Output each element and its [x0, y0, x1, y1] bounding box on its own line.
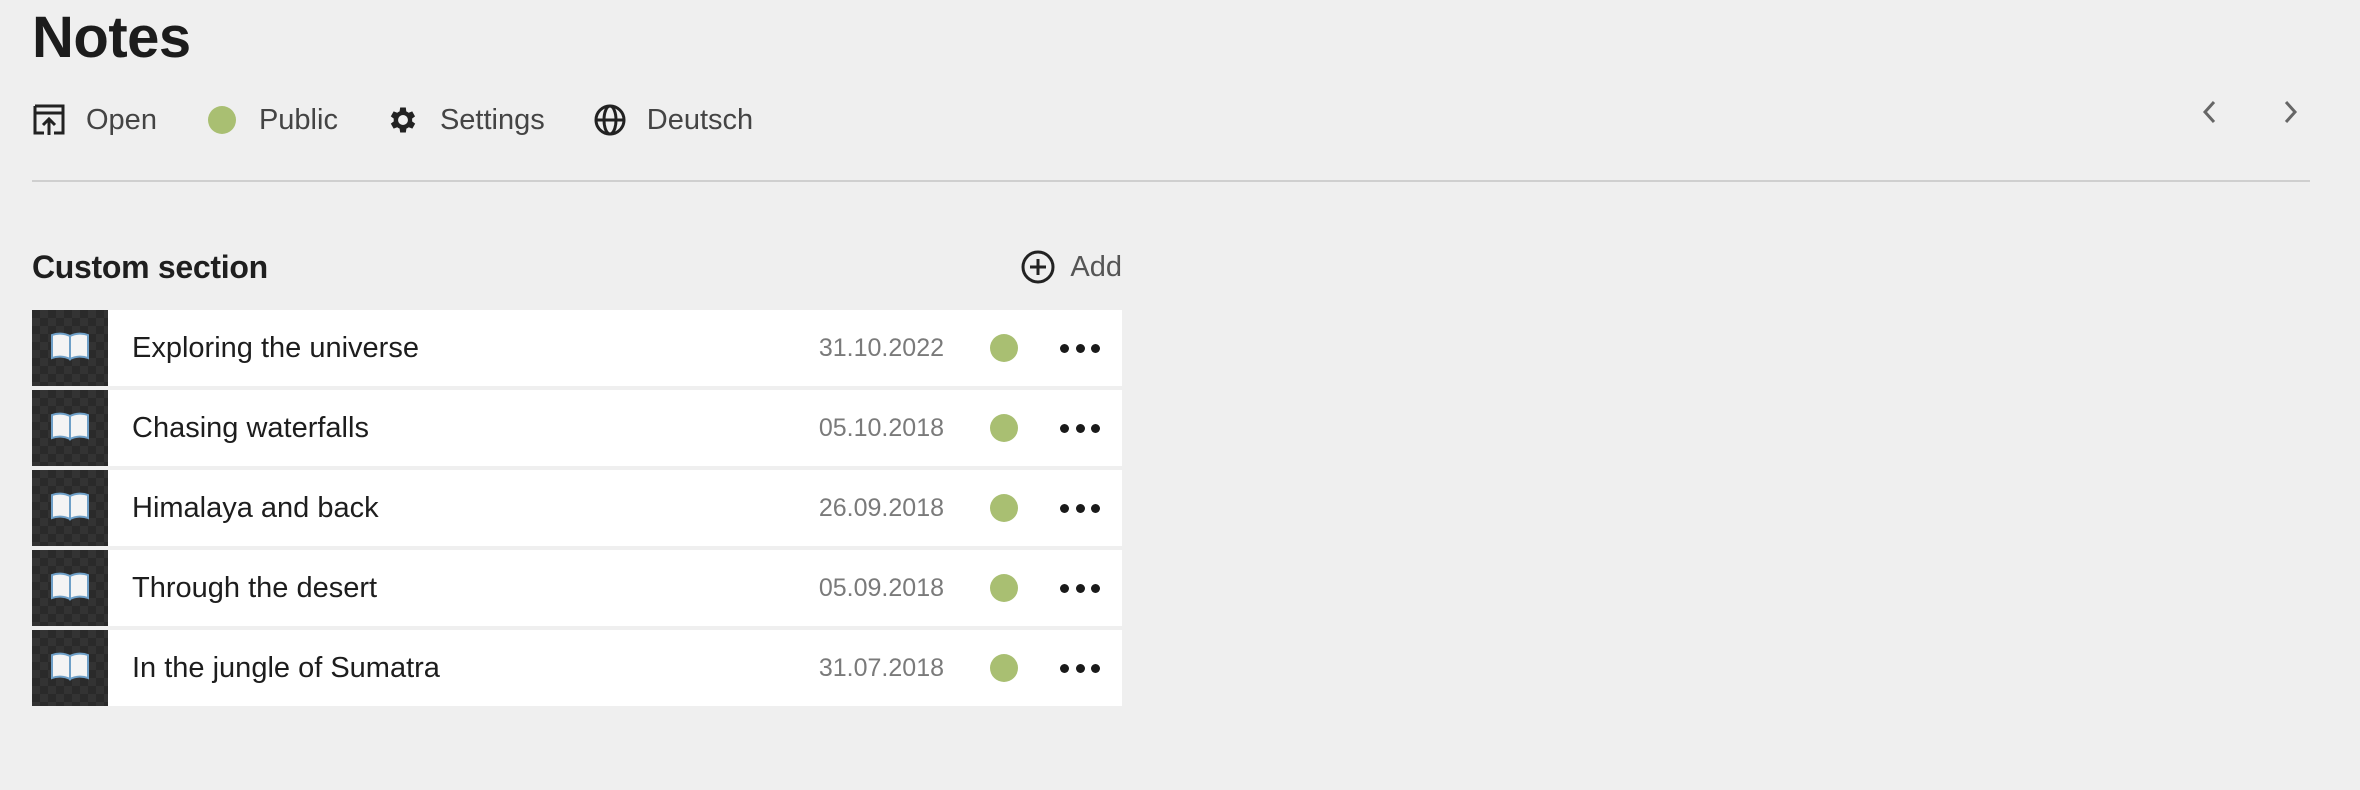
section-header: Custom section Add: [32, 238, 1122, 296]
custom-section: Custom section Add Exploring the univers…: [32, 238, 1122, 710]
item-title: Through the desert: [132, 571, 378, 604]
list-item[interactable]: Through the desert 05.09.2018: [32, 550, 1122, 626]
open-label: Open: [86, 103, 157, 136]
item-title: Exploring the universe: [132, 331, 419, 364]
item-date: 26.09.2018: [818, 493, 944, 522]
section-title: Custom section: [32, 248, 268, 285]
pager: [2150, 60, 2310, 164]
thumbnail: [32, 390, 108, 466]
open-book-icon: [50, 331, 90, 366]
thumbnail: [32, 630, 108, 706]
thumbnail: [32, 470, 108, 546]
globe-icon: [593, 103, 627, 137]
status-badge: [990, 494, 1018, 522]
add-label: Add: [1070, 250, 1122, 283]
item-title: Himalaya and back: [132, 491, 379, 524]
language-label: Deutsch: [646, 103, 754, 136]
chevron-right-icon[interactable]: [2270, 92, 2310, 132]
more-horizontal-icon[interactable]: [1060, 410, 1100, 446]
language-button[interactable]: Deutsch: [593, 103, 753, 137]
thumbnail: [32, 310, 108, 386]
item-date: 31.07.2018: [818, 653, 944, 682]
public-label: Public: [258, 103, 338, 136]
status-badge: [990, 334, 1018, 362]
item-date: 05.10.2018: [818, 413, 944, 442]
open-external-icon: [32, 103, 66, 137]
list-item[interactable]: Chasing waterfalls 05.10.2018: [32, 390, 1122, 466]
open-button[interactable]: Open: [32, 103, 157, 137]
gear-icon: [386, 103, 420, 137]
open-book-icon: [50, 571, 90, 606]
item-date: 05.09.2018: [818, 573, 944, 602]
list-item[interactable]: Himalaya and back 26.09.2018: [32, 470, 1122, 546]
status-badge: [990, 574, 1018, 602]
plus-circle-icon: [1020, 249, 1056, 285]
item-title: In the jungle of Sumatra: [132, 651, 440, 684]
open-book-icon: [50, 651, 90, 686]
thumbnail: [32, 550, 108, 626]
settings-button[interactable]: Settings: [386, 103, 545, 137]
toolbar-actions: Open Public Settings Deutsch: [32, 68, 801, 172]
add-button[interactable]: Add: [1020, 238, 1122, 296]
list-item[interactable]: In the jungle of Sumatra 31.07.2018: [32, 630, 1122, 706]
more-horizontal-icon[interactable]: [1060, 330, 1100, 366]
more-horizontal-icon[interactable]: [1060, 490, 1100, 526]
chevron-left-icon[interactable]: [2190, 92, 2230, 132]
open-book-icon: [50, 491, 90, 526]
page: Notes Open Public Settings Deutsch Custo…: [32, 0, 2310, 706]
notes-list: Exploring the universe 31.10.2022 Chasin: [32, 310, 1122, 706]
status-badge: [990, 414, 1018, 442]
settings-label: Settings: [439, 103, 545, 136]
more-horizontal-icon[interactable]: [1060, 570, 1100, 606]
more-horizontal-icon[interactable]: [1060, 650, 1100, 686]
toolbar: Open Public Settings Deutsch: [32, 76, 2310, 182]
status-badge: [990, 654, 1018, 682]
item-date: 31.10.2022: [818, 333, 944, 362]
public-button[interactable]: Public: [205, 103, 338, 137]
status-dot-icon: [205, 103, 239, 137]
item-title: Chasing waterfalls: [132, 411, 369, 444]
list-item[interactable]: Exploring the universe 31.10.2022: [32, 310, 1122, 386]
open-book-icon: [50, 411, 90, 446]
page-title: Notes: [32, 5, 191, 70]
